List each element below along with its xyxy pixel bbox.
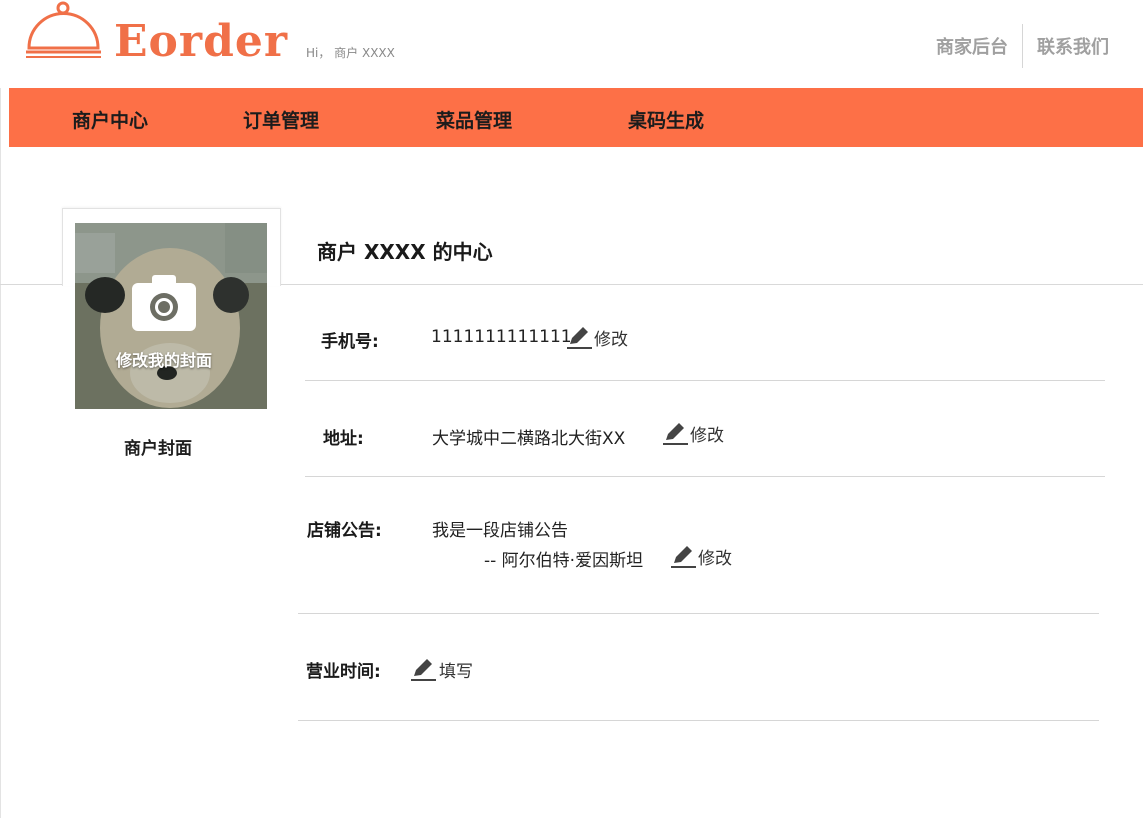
pencil-icon xyxy=(663,423,688,445)
brand-logo-text[interactable]: Eorder xyxy=(114,14,288,70)
row-divider xyxy=(298,720,1099,721)
business-hours-label: 营业时间: xyxy=(306,662,381,682)
row-divider xyxy=(305,380,1105,381)
edit-address-label: 修改 xyxy=(690,426,724,446)
nav-item-order-management[interactable]: 订单管理 xyxy=(243,106,319,133)
pencil-icon xyxy=(671,546,696,568)
address-label: 地址: xyxy=(323,429,364,449)
change-cover-caption[interactable]: 修改我的封面 xyxy=(75,347,253,371)
merchant-backend-link[interactable]: 商家后台 xyxy=(936,33,1008,59)
fill-business-hours-button[interactable]: 填写 xyxy=(409,656,473,682)
row-divider xyxy=(298,613,1099,614)
pencil-icon xyxy=(567,327,592,349)
edit-address-button[interactable]: 修改 xyxy=(662,420,724,446)
main-nav: 商户中心 订单管理 菜品管理 桌码生成 xyxy=(9,88,1143,147)
notice-label: 店铺公告: xyxy=(307,521,382,541)
nav-item-dish-management[interactable]: 菜品管理 xyxy=(436,106,512,133)
pencil-icon xyxy=(411,659,436,681)
cover-image[interactable]: 修改我的封面 xyxy=(75,223,267,409)
edit-phone-label: 修改 xyxy=(594,330,628,350)
edit-phone-button[interactable]: 修改 xyxy=(566,324,628,350)
contact-us-link[interactable]: 联系我们 xyxy=(1037,33,1109,59)
nav-item-table-code[interactable]: 桌码生成 xyxy=(628,106,704,133)
cloche-logo-icon xyxy=(26,1,101,58)
phone-value: 1111111111111 xyxy=(431,327,572,347)
notice-line-1: 我是一段店铺公告 xyxy=(432,521,568,541)
notice-line-2: -- 阿尔伯特·爱因斯坦 xyxy=(484,551,644,571)
row-divider xyxy=(305,476,1105,477)
nav-item-merchant-center[interactable]: 商户中心 xyxy=(72,106,148,133)
address-value: 大学城中二横路北大街XX xyxy=(432,429,626,449)
greeting-text: Hi， 商户 XXXX xyxy=(306,46,395,60)
top-links-divider xyxy=(1022,24,1023,68)
fill-business-hours-label: 填写 xyxy=(439,662,473,682)
top-links: 商家后台 联系我们 xyxy=(936,24,1109,68)
top-header: Eorder Hi， 商户 XXXX 商家后台 联系我们 xyxy=(0,0,1143,88)
page-title: 商户 XXXX 的中心 xyxy=(317,240,493,264)
page-left-border xyxy=(0,0,1,818)
cover-label: 商户封面 xyxy=(124,439,192,459)
phone-label: 手机号: xyxy=(321,332,379,352)
edit-notice-label: 修改 xyxy=(698,549,732,569)
camera-icon xyxy=(132,275,196,331)
edit-notice-button[interactable]: 修改 xyxy=(670,543,732,569)
